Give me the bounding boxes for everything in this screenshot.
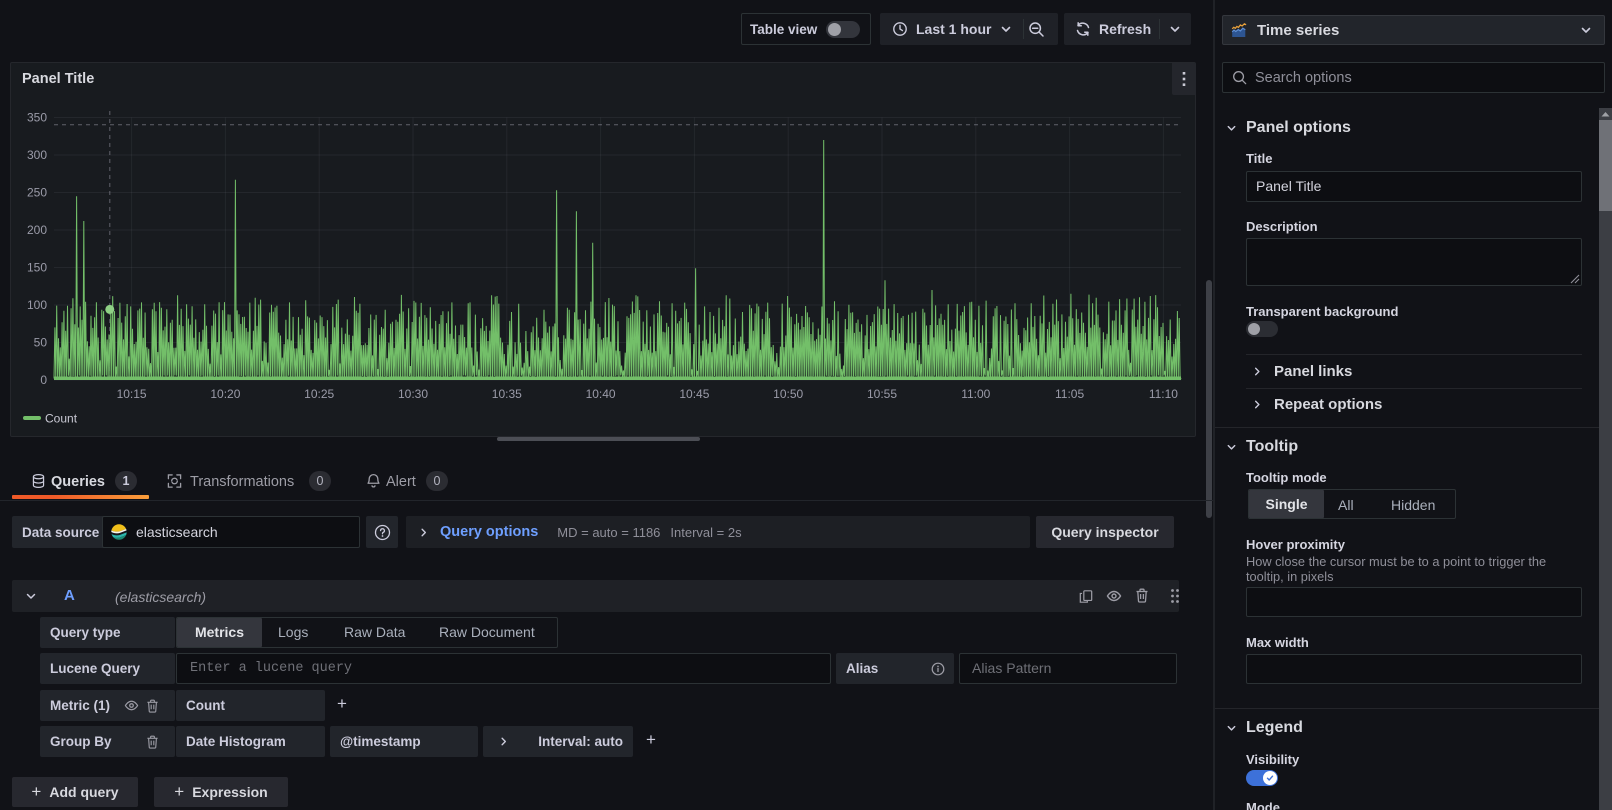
svg-text:10:45: 10:45 [679, 387, 709, 401]
svg-text:10:15: 10:15 [117, 387, 147, 401]
svg-text:11:10: 11:10 [1149, 387, 1178, 401]
svg-text:0: 0 [40, 373, 47, 387]
svg-text:200: 200 [27, 223, 47, 237]
svg-text:10:55: 10:55 [867, 387, 897, 401]
svg-text:10:30: 10:30 [398, 387, 428, 401]
svg-text:150: 150 [27, 261, 47, 275]
svg-text:Count: Count [45, 412, 78, 426]
svg-text:350: 350 [27, 111, 47, 125]
svg-text:10:40: 10:40 [586, 387, 616, 401]
svg-text:10:35: 10:35 [492, 387, 522, 401]
svg-text:250: 250 [27, 186, 47, 200]
svg-text:10:20: 10:20 [210, 387, 240, 401]
svg-text:10:50: 10:50 [773, 387, 803, 401]
svg-text:11:00: 11:00 [961, 387, 990, 401]
svg-text:11:05: 11:05 [1055, 387, 1084, 401]
svg-text:300: 300 [27, 148, 47, 162]
svg-text:50: 50 [34, 336, 48, 350]
svg-text:100: 100 [27, 298, 47, 312]
svg-text:10:25: 10:25 [304, 387, 334, 401]
